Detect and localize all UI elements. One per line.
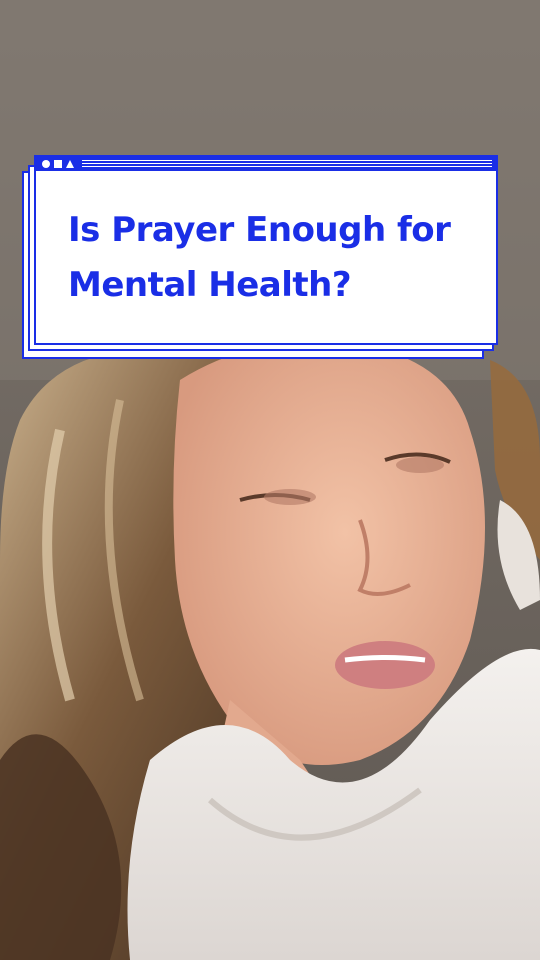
title-card: Is Prayer Enough for Mental Health? bbox=[18, 155, 498, 360]
window-titlebar bbox=[36, 157, 496, 171]
titlebar-stripes bbox=[82, 160, 492, 168]
title-window: Is Prayer Enough for Mental Health? bbox=[34, 155, 498, 345]
triangle-icon bbox=[66, 160, 74, 168]
video-frame: Is Prayer Enough for Mental Health? bbox=[0, 0, 540, 960]
video-title: Is Prayer Enough for Mental Health? bbox=[68, 210, 451, 305]
square-icon bbox=[54, 160, 62, 168]
circle-icon bbox=[42, 160, 50, 168]
background-photo bbox=[0, 0, 540, 960]
